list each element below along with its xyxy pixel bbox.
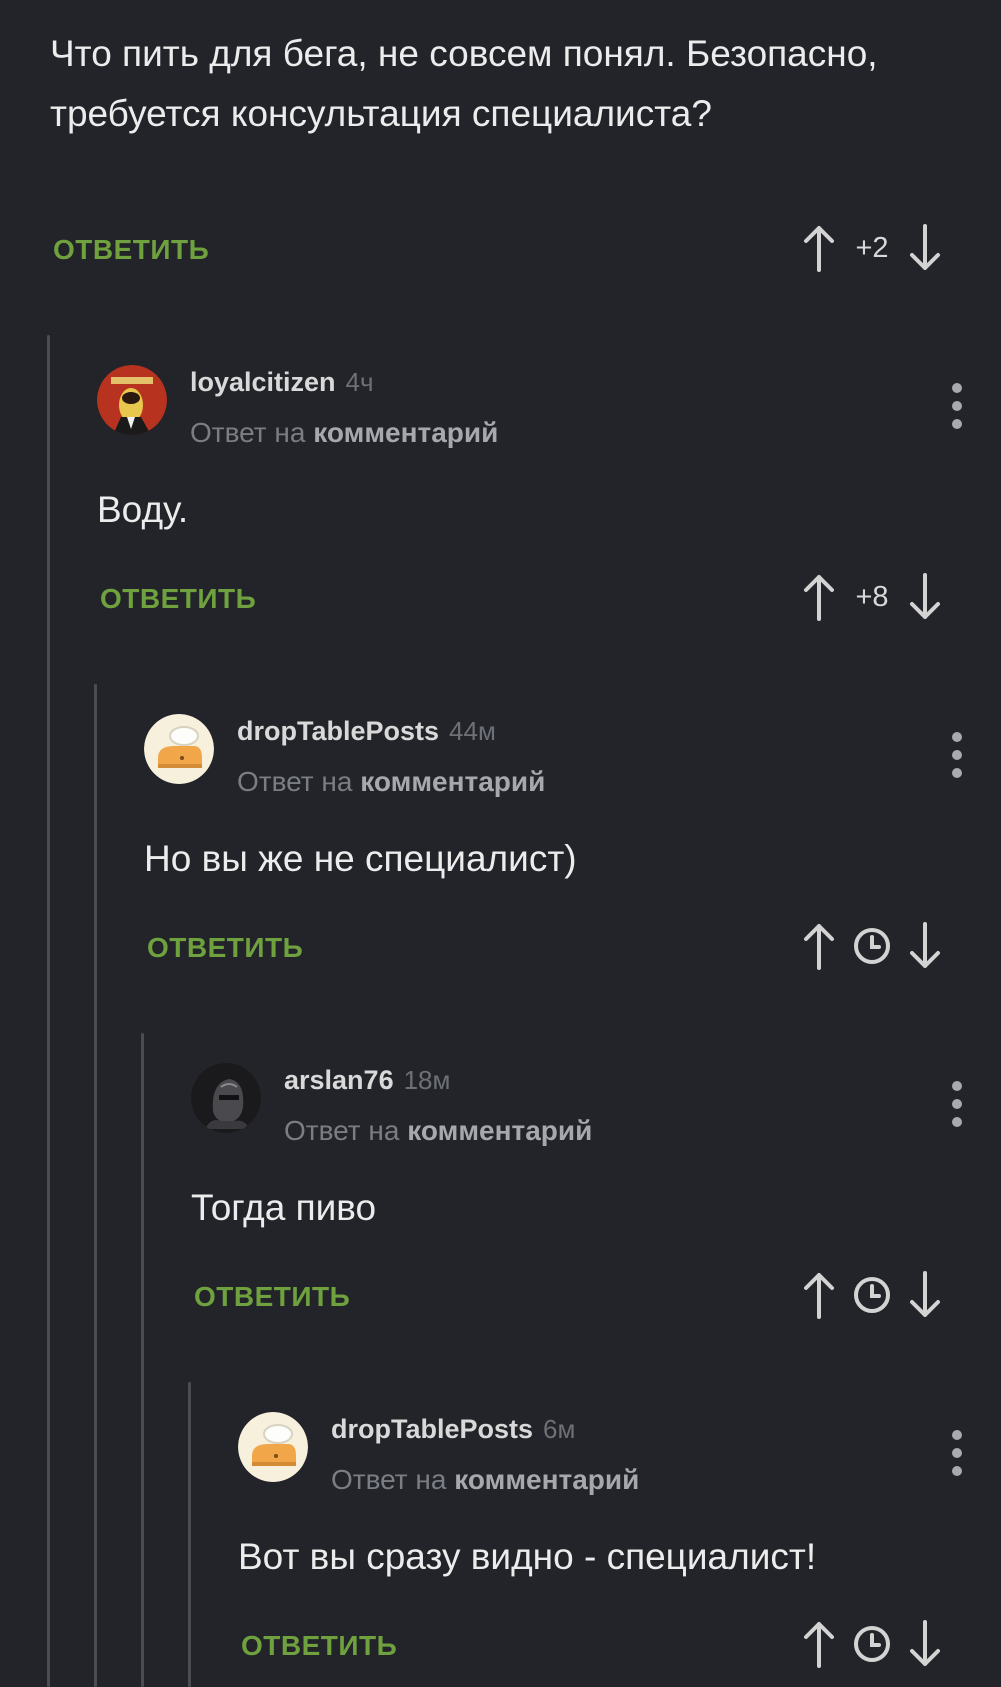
comment-actions: ОТВЕТИТЬ	[0, 1269, 973, 1321]
clock-icon	[839, 1275, 905, 1315]
thread-line	[47, 335, 50, 1687]
reply-to-text: Ответ на комментарий	[190, 417, 499, 448]
upvote-icon[interactable]	[799, 571, 839, 623]
clock-icon	[839, 1624, 905, 1664]
more-menu-icon[interactable]	[951, 1430, 963, 1484]
reply-to-link[interactable]: комментарий	[313, 417, 498, 448]
post-actions: ОТВЕТИТЬ +2	[0, 222, 973, 274]
downvote-icon[interactable]	[905, 222, 945, 274]
more-menu-icon[interactable]	[951, 1081, 963, 1135]
upvote-icon[interactable]	[799, 222, 839, 274]
thread-line	[141, 1033, 144, 1687]
score: +8	[855, 580, 889, 613]
reply-to-link[interactable]: комментарий	[360, 766, 545, 797]
username: dropTablePosts 6м	[331, 1414, 576, 1444]
vote-controls	[799, 1618, 945, 1670]
reply-to-link[interactable]: комментарий	[454, 1464, 639, 1495]
username: arslan76 18м	[284, 1065, 451, 1095]
username: dropTablePosts 44м	[237, 716, 496, 746]
upvote-icon[interactable]	[799, 1618, 839, 1670]
reply-to-text: Ответ на комментарий	[237, 766, 546, 797]
vote-controls	[799, 1269, 945, 1321]
downvote-icon[interactable]	[905, 1269, 945, 1321]
upvote-icon[interactable]	[799, 920, 839, 972]
upvote-icon[interactable]	[799, 1269, 839, 1321]
reply-button[interactable]: ОТВЕТИТЬ	[53, 234, 209, 266]
downvote-icon[interactable]	[905, 920, 945, 972]
comment-text: Тогда пиво	[191, 1187, 377, 1228]
avatar[interactable]	[97, 365, 167, 435]
comment-actions: ОТВЕТИТЬ +8	[0, 571, 973, 623]
comment-actions: ОТВЕТИТЬ	[0, 920, 973, 972]
timestamp: 4ч	[345, 367, 374, 397]
post-text: Что пить для бега, не совсем понял. Безо…	[50, 33, 878, 134]
score: +2	[855, 231, 889, 264]
more-menu-icon[interactable]	[951, 383, 963, 437]
more-menu-icon[interactable]	[951, 732, 963, 786]
comment-text: Но вы же не специалист)	[144, 838, 577, 879]
reply-button[interactable]: ОТВЕТИТЬ	[147, 932, 303, 964]
reply-button[interactable]: ОТВЕТИТЬ	[100, 583, 256, 615]
clock-icon	[839, 926, 905, 966]
reply-to-text: Ответ на комментарий	[284, 1115, 593, 1146]
avatar[interactable]	[144, 714, 214, 784]
comment-text: Воду.	[97, 489, 189, 530]
reply-to-text: Ответ на комментарий	[331, 1464, 640, 1495]
timestamp: 18м	[403, 1065, 451, 1095]
username: loyalcitizen 4ч	[190, 367, 374, 397]
comment-actions: ОТВЕТИТЬ	[0, 1618, 973, 1670]
avatar[interactable]	[191, 1063, 261, 1133]
reply-button[interactable]: ОТВЕТИТЬ	[194, 1281, 350, 1313]
downvote-icon[interactable]	[905, 1618, 945, 1670]
reply-button[interactable]: ОТВЕТИТЬ	[241, 1630, 397, 1662]
comment-text: Вот вы сразу видно - специалист!	[238, 1536, 817, 1577]
downvote-icon[interactable]	[905, 571, 945, 623]
reply-to-link[interactable]: комментарий	[407, 1115, 592, 1146]
vote-controls	[799, 920, 945, 972]
timestamp: 6м	[543, 1414, 576, 1444]
thread-line	[94, 684, 97, 1687]
vote-controls: +8	[799, 571, 945, 623]
avatar[interactable]	[238, 1412, 308, 1482]
vote-controls: +2	[799, 222, 945, 274]
timestamp: 44м	[449, 716, 496, 746]
